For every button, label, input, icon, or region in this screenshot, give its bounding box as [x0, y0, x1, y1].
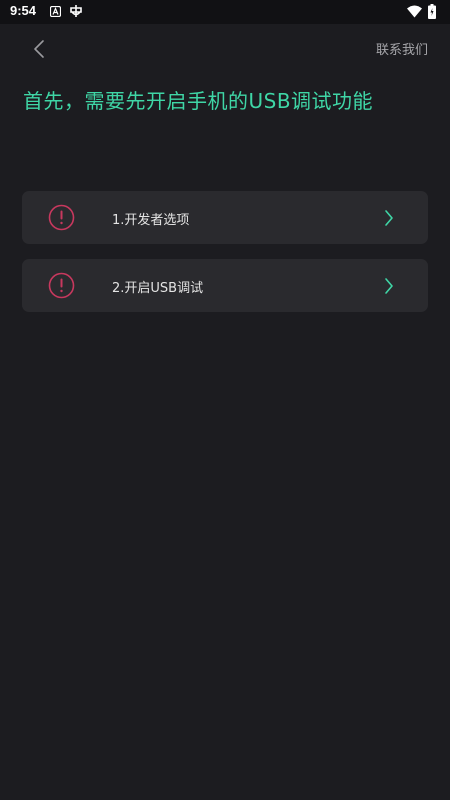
a-notification-icon: [50, 6, 61, 17]
contact-us-link[interactable]: 联系我们: [376, 39, 428, 58]
warning-circle-icon: [48, 272, 75, 299]
status-bar: 9:54: [0, 0, 450, 24]
warning-circle-icon: [48, 204, 75, 231]
app-bar: 联系我们: [0, 24, 450, 74]
step-label: 2.开启USB调试: [112, 281, 204, 296]
battery-icon: [428, 4, 436, 19]
back-button[interactable]: [26, 36, 52, 62]
bug-icon: [70, 5, 82, 17]
status-time: 9:54: [10, 3, 37, 18]
step-developer-options[interactable]: 1.开发者选项: [22, 191, 428, 244]
step-label: 1.开发者选项: [112, 213, 190, 228]
page-title: 首先，需要先开启手机的USB调试功能: [23, 89, 374, 113]
wifi-icon: [407, 5, 422, 18]
chevron-left-icon: [34, 40, 44, 58]
step-enable-usb-debugging[interactable]: 2.开启USB调试: [22, 259, 428, 312]
chevron-right-icon: [385, 210, 393, 226]
chevron-right-icon: [385, 278, 393, 294]
